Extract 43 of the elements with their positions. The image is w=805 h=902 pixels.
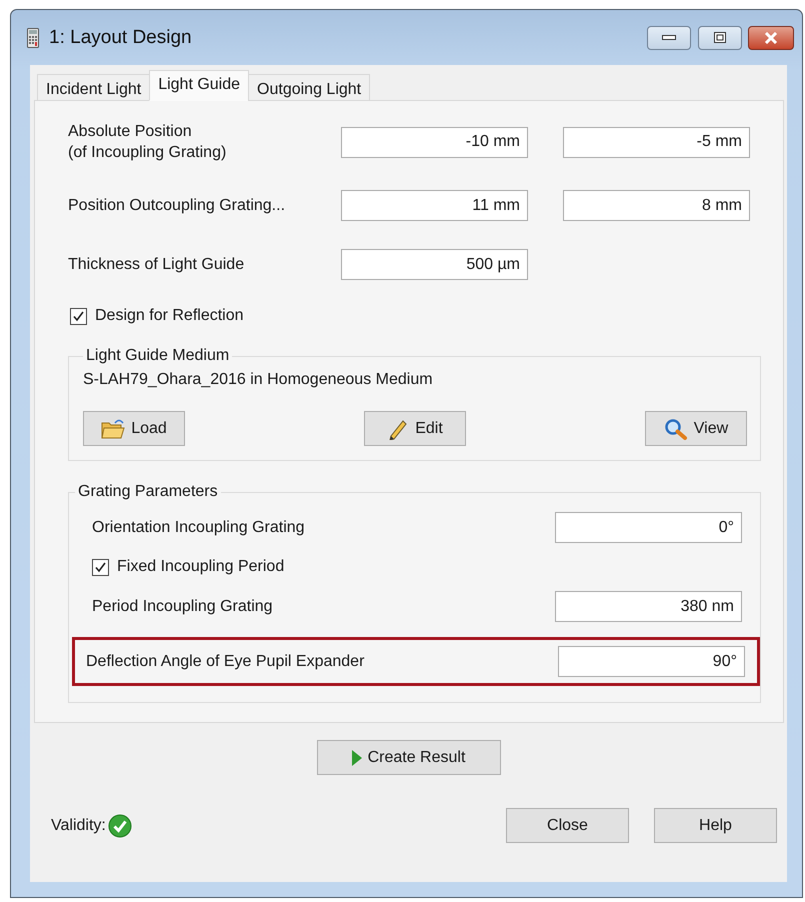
tab[interactable]: Outgoing Light bbox=[248, 74, 370, 101]
window-title: 1: Layout Design bbox=[49, 26, 193, 48]
tab[interactable]: Light Guide bbox=[149, 70, 250, 101]
tab[interactable]: Incident Light bbox=[37, 74, 150, 101]
search-icon bbox=[664, 418, 688, 440]
close-button[interactable] bbox=[748, 26, 794, 50]
button[interactable]: Help bbox=[654, 808, 777, 843]
input-field[interactable]: 0° bbox=[555, 512, 742, 543]
calculator-icon bbox=[27, 28, 39, 48]
field-label: Absolute Position (of Incoupling Grating) bbox=[68, 122, 228, 163]
play-icon bbox=[352, 750, 362, 766]
field-label: Deflection Angle of Eye Pupil Expander bbox=[86, 652, 364, 670]
input-field[interactable]: -5 mm bbox=[563, 126, 750, 158]
group-title: Light Guide Medium bbox=[86, 347, 230, 364]
close-icon bbox=[764, 32, 778, 44]
maximize-icon bbox=[714, 32, 726, 43]
maximize-button[interactable] bbox=[698, 26, 742, 50]
field-label: Position Outcoupling Grating... bbox=[68, 196, 286, 216]
pencil-icon bbox=[387, 418, 410, 440]
medium-description: S-LAH79_Ohara_2016 in Homogeneous Medium bbox=[83, 371, 434, 389]
button[interactable]: Load bbox=[83, 411, 185, 446]
field-label: Orientation Incoupling Grating bbox=[92, 518, 305, 536]
create-result-button[interactable]: Create Result bbox=[316, 740, 500, 775]
validity-label: Validity: bbox=[51, 816, 106, 834]
minimize-icon bbox=[662, 34, 676, 40]
input-field[interactable]: 8 mm bbox=[563, 190, 750, 221]
checkbox-label: Fixed Incoupling Period bbox=[117, 558, 284, 576]
field-label: Period Incoupling Grating bbox=[92, 598, 273, 616]
checkbox[interactable] bbox=[92, 558, 109, 576]
group-title: Grating Parameters bbox=[78, 483, 218, 500]
field-label: Thickness of Light Guide bbox=[68, 255, 246, 275]
button[interactable]: Edit bbox=[364, 411, 466, 446]
folder-icon bbox=[101, 418, 126, 440]
button[interactable]: Close bbox=[506, 808, 629, 843]
input-field[interactable]: -10 mm bbox=[341, 126, 528, 158]
minimize-button[interactable] bbox=[647, 26, 691, 50]
input-field[interactable]: 11 mm bbox=[341, 190, 528, 221]
input-field[interactable]: 90° bbox=[558, 646, 745, 677]
checkbox[interactable] bbox=[70, 308, 87, 324]
checkbox-label: Design for Reflection bbox=[95, 307, 244, 325]
input-field[interactable]: 500 µm bbox=[341, 249, 528, 280]
button[interactable]: View bbox=[645, 411, 747, 446]
input-field[interactable]: 380 nm bbox=[555, 591, 742, 622]
